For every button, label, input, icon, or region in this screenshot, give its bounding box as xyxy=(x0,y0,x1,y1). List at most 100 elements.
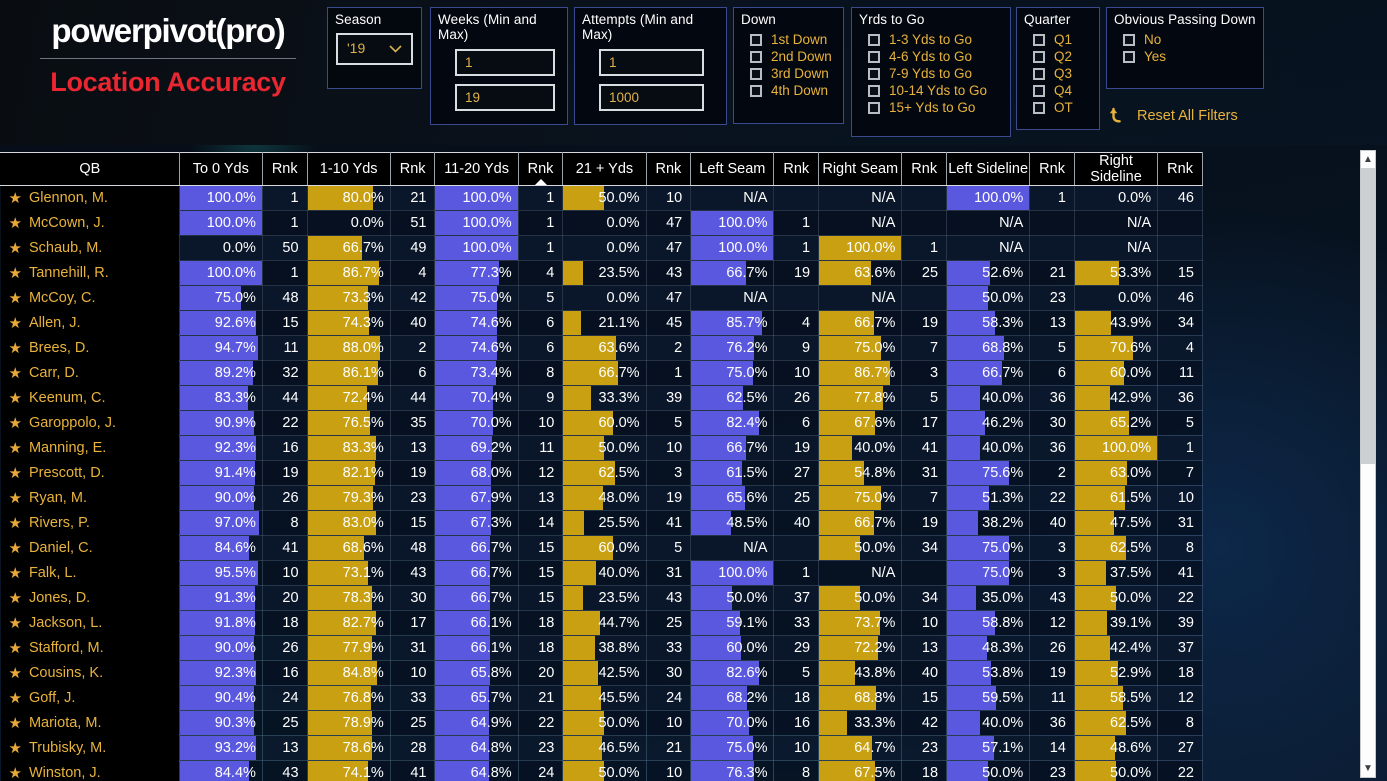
qb-name-cell[interactable]: ★ Stafford, M. xyxy=(0,635,180,661)
qb-name-cell[interactable]: ★ McCoy, C. xyxy=(0,285,180,311)
weeks-max-input[interactable]: 19 xyxy=(455,84,555,111)
column-header-11-20-yds[interactable]: 11-20 Yds xyxy=(434,152,519,186)
scrollbar-thumb[interactable] xyxy=(1361,168,1375,464)
attempts-max-input[interactable]: 1000 xyxy=(599,84,704,111)
checkbox-icon[interactable] xyxy=(750,84,762,97)
table-row[interactable]: ★ Mariota, M. 90.3% 25 78.9% 25 64.9% 22 50.0% 10… xyxy=(0,710,1203,736)
qb-name-cell[interactable]: ★ Trubisky, M. xyxy=(0,735,180,761)
qb-name-cell[interactable]: ★ Prescott, D. xyxy=(0,460,180,486)
checkbox-icon[interactable] xyxy=(1123,33,1135,46)
table-row[interactable]: ★ Rivers, P. 97.0% 8 83.0% 15 67.3% 14 25.5% 41 48… xyxy=(0,510,1203,536)
qb-name-cell[interactable]: ★ Ryan, M. xyxy=(0,485,180,511)
table-row[interactable]: ★ Manning, E. 92.3% 16 83.3% 13 69.2% 11 50.0% 10… xyxy=(0,435,1203,461)
checkbox-icon[interactable] xyxy=(868,50,880,63)
yds-option-3[interactable]: 7-9 Yds to Go xyxy=(852,65,1010,82)
qb-name-cell[interactable]: ★ Allen, J. xyxy=(0,310,180,336)
table-row[interactable]: ★ Falk, L. 95.5% 10 73.1% 43 66.7% 15 40.0% 31 100… xyxy=(0,560,1203,586)
checkbox-icon[interactable] xyxy=(1123,50,1135,63)
column-header-left-seam[interactable]: Left Seam xyxy=(690,152,775,186)
table-row[interactable]: ★ Goff, J. 90.4% 24 76.8% 33 65.7% 21 45.5% 24 68.… xyxy=(0,685,1203,711)
table-row[interactable]: ★ Brees, D. 94.7% 11 88.0% 2 74.6% 6 63.6% 2 76.2%… xyxy=(0,335,1203,361)
qb-name-cell[interactable]: ★ Schaub, M. xyxy=(0,235,180,261)
table-row[interactable]: ★ Glennon, M. 100.0% 1 80.0% 21 100.0% 1 50.0% 10… xyxy=(0,185,1203,211)
qb-name-cell[interactable]: ★ Carr, D. xyxy=(0,360,180,386)
column-header-rnk[interactable]: Rnk xyxy=(1029,152,1075,186)
checkbox-icon[interactable] xyxy=(868,84,880,97)
season-dropdown[interactable]: '19 xyxy=(336,33,413,65)
attempts-min-input[interactable]: 1 xyxy=(599,49,704,76)
down-option-2[interactable]: 2nd Down xyxy=(734,48,843,65)
table-row[interactable]: ★ Schaub, M. 0.0% 50 66.7% 49 100.0% 1 0.0% 47 100… xyxy=(0,235,1203,261)
opd-option-yes[interactable]: Yes xyxy=(1107,48,1263,65)
column-header-right-seam[interactable]: Right Seam xyxy=(818,152,903,186)
table-row[interactable]: ★ Keenum, C. 83.3% 44 72.4% 44 70.4% 9 33.3% 39 62… xyxy=(0,385,1203,411)
checkbox-icon[interactable] xyxy=(868,33,880,46)
column-header-rnk[interactable]: Rnk xyxy=(389,152,436,186)
qb-name-cell[interactable]: ★ Cousins, K. xyxy=(0,660,180,686)
qb-name-cell[interactable]: ★ McCown, J. xyxy=(0,210,180,236)
checkbox-icon[interactable] xyxy=(1033,50,1045,63)
qb-name-cell[interactable]: ★ Garoppolo, J. xyxy=(0,410,180,436)
yds-option-4[interactable]: 10-14 Yds to Go xyxy=(852,82,1010,99)
checkbox-icon[interactable] xyxy=(750,50,762,63)
qb-name-cell[interactable]: ★ Tannehill, R. xyxy=(0,260,180,286)
column-header-rnk[interactable]: Rnk xyxy=(1157,152,1203,186)
qb-name-cell[interactable]: ★ Winston, J. xyxy=(0,760,180,781)
down-option-3[interactable]: 3rd Down xyxy=(734,65,843,82)
quarter-option-4[interactable]: Q4 xyxy=(1017,82,1099,99)
table-row[interactable]: ★ Prescott, D. 91.4% 19 82.1% 19 68.0% 12 62.5% 3… xyxy=(0,460,1203,486)
table-row[interactable]: ★ Cousins, K. 92.3% 16 84.8% 10 65.8% 20 42.5% 30… xyxy=(0,660,1203,686)
qb-name-cell[interactable]: ★ Falk, L. xyxy=(0,560,180,586)
table-row[interactable]: ★ Stafford, M. 90.0% 26 77.9% 31 66.1% 18 38.8% 3… xyxy=(0,635,1203,661)
quarter-option-1[interactable]: Q1 xyxy=(1017,31,1099,48)
table-row[interactable]: ★ Trubisky, M. 93.2% 13 78.6% 28 64.8% 23 46.5% 2… xyxy=(0,735,1203,761)
column-header-1-10-yds[interactable]: 1-10 Yds xyxy=(306,152,391,186)
column-header-rnk[interactable]: Rnk xyxy=(517,152,564,186)
reset-all-filters-button[interactable]: Reset All Filters xyxy=(1108,105,1238,126)
checkbox-icon[interactable] xyxy=(868,67,880,80)
checkbox-icon[interactable] xyxy=(1033,84,1045,97)
checkbox-icon[interactable] xyxy=(1033,67,1045,80)
qb-name-cell[interactable]: ★ Keenum, C. xyxy=(0,385,180,411)
column-header-qb[interactable]: QB xyxy=(0,152,180,186)
yds-option-1[interactable]: 1-3 Yds to Go xyxy=(852,31,1010,48)
column-header-left-sideline[interactable]: Left Sideline xyxy=(946,152,1031,186)
table-row[interactable]: ★ Jones, D. 91.3% 20 78.3% 30 66.7% 15 23.5% 43 50… xyxy=(0,585,1203,611)
qb-name-cell[interactable]: ★ Mariota, M. xyxy=(0,710,180,736)
quarter-option-3[interactable]: Q3 xyxy=(1017,65,1099,82)
table-row[interactable]: ★ Allen, J. 92.6% 15 74.3% 40 74.6% 6 21.1% 45 85.… xyxy=(0,310,1203,336)
qb-name-cell[interactable]: ★ Rivers, P. xyxy=(0,510,180,536)
qb-name-cell[interactable]: ★ Daniel, C. xyxy=(0,535,180,561)
opd-option-no[interactable]: No xyxy=(1107,31,1263,48)
column-header-rnk[interactable]: Rnk xyxy=(773,152,820,186)
qb-name-cell[interactable]: ★ Jackson, L. xyxy=(0,610,180,636)
table-row[interactable]: ★ Winston, J. 84.4% 43 74.1% 41 64.8% 24 50.0% 10… xyxy=(0,760,1203,781)
table-row[interactable]: ★ McCoy, C. 75.0% 48 73.3% 42 75.0% 5 0.0% 47 N/A N… xyxy=(0,285,1203,311)
qb-name-cell[interactable]: ★ Manning, E. xyxy=(0,435,180,461)
table-row[interactable]: ★ Carr, D. 89.2% 32 86.1% 6 73.4% 8 66.7% 1 75.0% 1… xyxy=(0,360,1203,386)
yds-option-5[interactable]: 15+ Yds to Go xyxy=(852,99,1010,116)
column-header-rnk[interactable]: Rnk xyxy=(261,152,308,186)
yds-option-2[interactable]: 4-6 Yds to Go xyxy=(852,48,1010,65)
quarter-option-2[interactable]: Q2 xyxy=(1017,48,1099,65)
checkbox-icon[interactable] xyxy=(868,101,880,114)
chevron-down-icon[interactable]: ▼ xyxy=(1361,760,1375,777)
qb-name-cell[interactable]: ★ Goff, J. xyxy=(0,685,180,711)
table-row[interactable]: ★ Jackson, L. 91.8% 18 82.7% 17 66.1% 18 44.7% 25… xyxy=(0,610,1203,636)
quarter-option-5[interactable]: OT xyxy=(1017,99,1099,116)
column-header-rnk[interactable]: Rnk xyxy=(645,152,692,186)
column-header-rnk[interactable]: Rnk xyxy=(901,152,948,186)
vertical-scrollbar[interactable]: ▲ ▼ xyxy=(1360,150,1376,778)
checkbox-icon[interactable] xyxy=(750,67,762,80)
column-header-to-0-yds[interactable]: To 0 Yds xyxy=(178,152,263,186)
qb-name-cell[interactable]: ★ Jones, D. xyxy=(0,585,180,611)
table-row[interactable]: ★ McCown, J. 100.0% 1 0.0% 51 100.0% 1 0.0% 47 100… xyxy=(0,210,1203,236)
column-header-21-yds[interactable]: 21 + Yds xyxy=(562,152,647,186)
checkbox-icon[interactable] xyxy=(1033,33,1045,46)
table-row[interactable]: ★ Daniel, C. 84.6% 41 68.6% 48 66.7% 15 60.0% 5 N/… xyxy=(0,535,1203,561)
table-row[interactable]: ★ Garoppolo, J. 90.9% 22 76.5% 35 70.0% 10 60.0%… xyxy=(0,410,1203,436)
checkbox-icon[interactable] xyxy=(750,33,762,46)
checkbox-icon[interactable] xyxy=(1033,101,1045,114)
table-row[interactable]: ★ Ryan, M. 90.0% 26 79.3% 23 67.9% 13 48.0% 19 65.… xyxy=(0,485,1203,511)
column-header-right-sideline[interactable]: Right Sideline xyxy=(1073,152,1159,186)
